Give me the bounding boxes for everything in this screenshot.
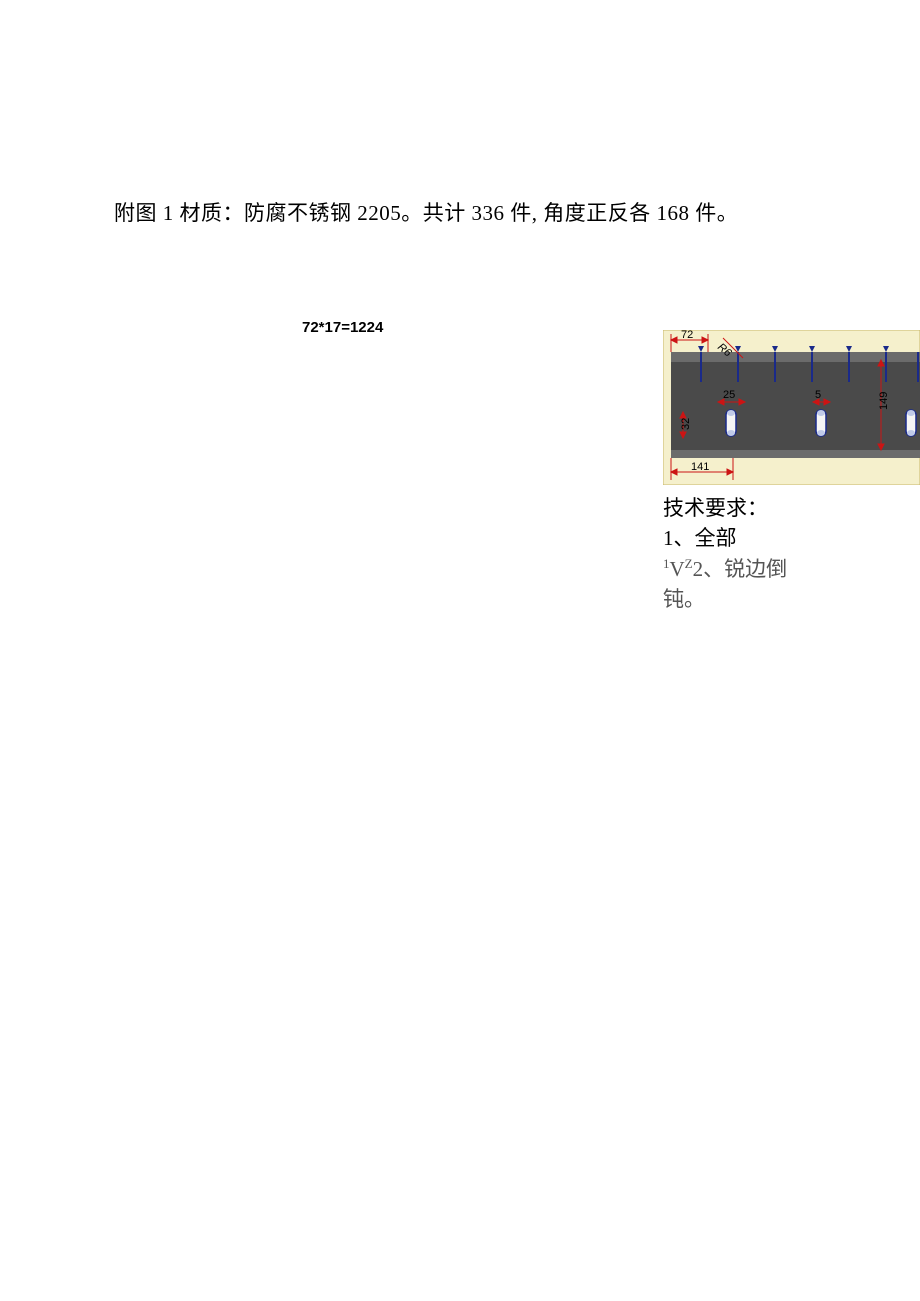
dim-5: 5 (815, 389, 821, 401)
main-description: 附图 1 材质：防腐不锈钢 2205。共计 336 件, 角度正反各 168 件… (114, 197, 738, 227)
dim-72: 72 (681, 330, 693, 341)
notes-item2: 1VZ2、锐边倒 (663, 554, 843, 584)
formula-text: 72*17=1224 (302, 319, 383, 336)
dim-149: 149 (878, 392, 890, 410)
notes-item1: 1、全部 (663, 523, 843, 553)
dim-141: 141 (691, 461, 709, 473)
technical-drawing: 72 R6 25 5 149 32 141 (663, 330, 920, 485)
notes-heading: 技术要求： (663, 493, 843, 523)
notes-item3: 钝。 (663, 584, 843, 614)
dim-25: 25 (723, 389, 735, 401)
dim-32: 32 (680, 418, 692, 430)
technical-notes: 技术要求： 1、全部 1VZ2、锐边倒 钝。 (663, 493, 843, 615)
